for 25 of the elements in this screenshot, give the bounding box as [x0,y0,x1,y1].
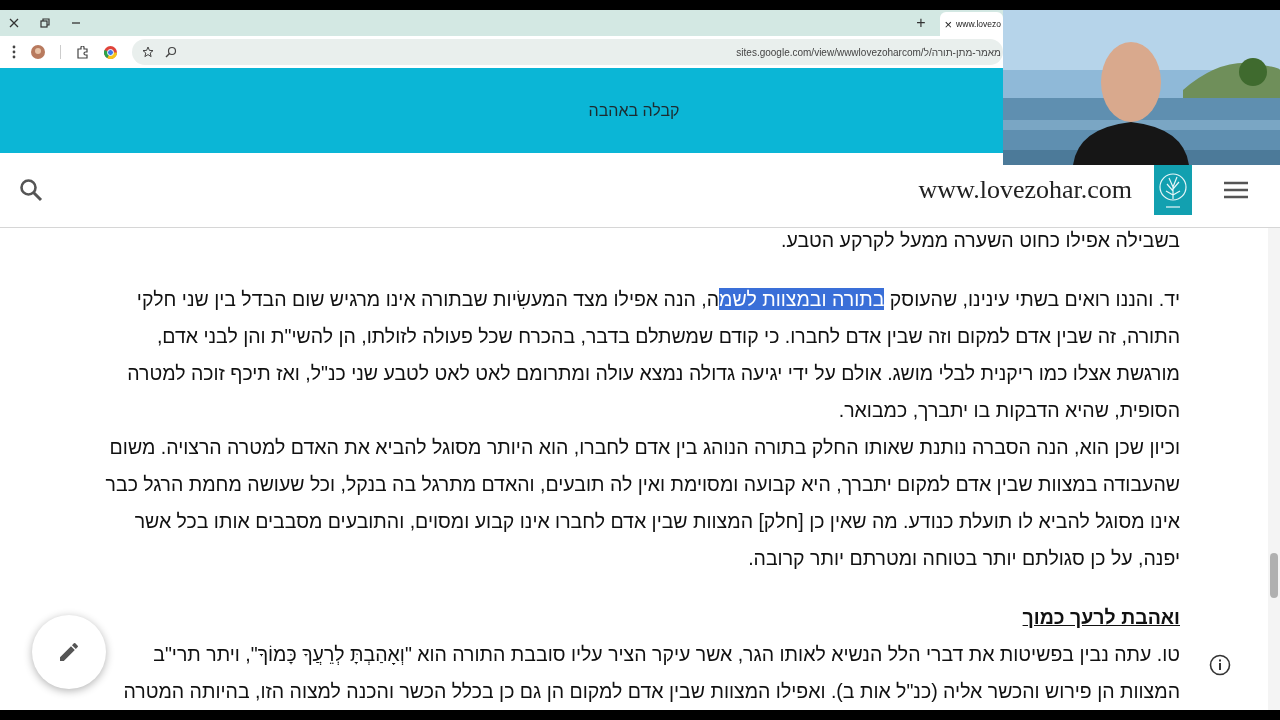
info-icon[interactable] [1209,654,1231,676]
tab-title: www.lovezo [956,19,1001,29]
tab-close-button[interactable]: × [944,16,953,32]
avatar-icon[interactable] [31,45,45,59]
site-name[interactable]: www.lovezohar.com [918,175,1132,205]
section-heading: ואהבת לרעך כמוך [1021,605,1180,630]
url-text[interactable]: sites.google.com/view/wwwlovezoharcom/מאמר-מתן-תורה/ל [736,46,1003,58]
new-tab-button[interactable]: + [910,14,932,32]
pencil-icon [57,640,81,664]
close-icon[interactable] [9,18,19,28]
banner-title: קבלה באהבה [588,101,680,120]
paragraph: בשבילה אפילו כחוט השערה ממעל לקרקע הטבע. [780,228,1180,253]
browser-tab[interactable]: × www.lovezo [939,12,1003,36]
paragraph: וכיון שכן הוא, הנה הסברה נותנת שאותו החלק בתורה הנוהג בין אדם לחברו, הוא היותר מסוגל להביא את האדם למטרה הרצויה. משום שהעבודה במצוות שבין אדם למקום יתברך, היא קבועה ומסוימת ואין לה תובעים, והאדם מתרגל בה בנקל, וכל שעושה מחמת הרגל כבר אינו מסוגל להביא לו תועלת כנודע. מה שאין כן [חלק] המצוות שבין אדם לחברו אינו קבוע ומסוים, והתובעים מסבבים אותו בכל אשר יפנה, על כן סגולתם יותר בטוחה ומטרתם יותר קרובה. [105,435,1180,571]
paragraph: טו. עתה נבין בפשיטות את דברי הלל הנשיא לאותו הגר, אשר עיקר הציר עליו סובבת התורה הוא "וְאָהַבְתָּ לְרֵעֲךָ כָּמוֹךָ", ויתר תרי"ב המצוות הן פירוש והכשר אליה (כנ"ל אות ב). ואפילו המצוות שבין אדם למקום הן גם כן בכלל הכשר והכנה למצוה הזו, בהיותה המטרה [122,642,1180,704]
puzzle-icon[interactable] [76,45,89,59]
menu-icon[interactable] [1224,181,1248,199]
zoom-icon[interactable] [165,46,177,58]
search-icon[interactable] [19,178,43,202]
star-icon[interactable] [142,46,154,58]
browser-logo-icon[interactable] [104,45,117,59]
restore-icon[interactable] [40,18,50,28]
menu-dots-icon[interactable] [12,45,16,59]
tree-logo-icon[interactable] [1154,165,1192,215]
scrollbar[interactable] [1268,228,1280,710]
